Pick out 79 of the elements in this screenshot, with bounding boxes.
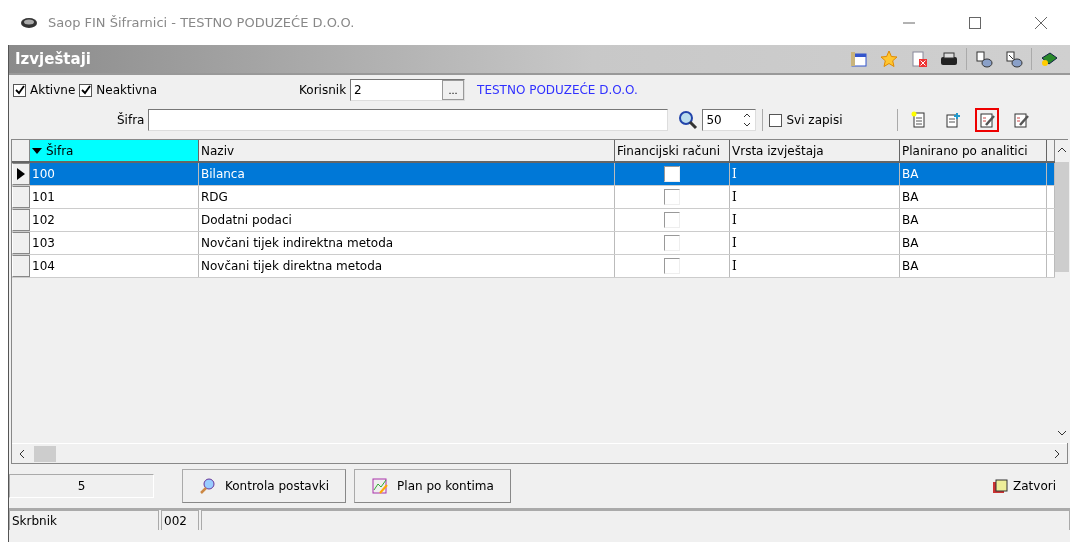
checkbox[interactable] — [13, 83, 26, 97]
table-cell: I — [730, 186, 900, 208]
checkbox[interactable] — [664, 166, 680, 182]
panel-title: Izvještaji — [15, 50, 92, 68]
folders-icon — [991, 477, 1009, 495]
toolbar-button[interactable] — [974, 108, 999, 132]
close-button[interactable]: Zatvori — [985, 476, 1062, 496]
printer-icon — [940, 50, 958, 68]
horizontal-scrollbar[interactable] — [12, 443, 1067, 463]
table-cell: 103 — [30, 232, 199, 254]
new-document-icon — [909, 111, 928, 129]
star-icon — [880, 50, 898, 68]
table-cell: BA — [900, 232, 1047, 254]
table-cell: Dodatni podaci — [199, 209, 615, 231]
table-cell: 102 — [30, 209, 199, 231]
window-title: Saop FIN Šifrarnici - TESTNO PODUZEĆE D.O.O. — [48, 15, 356, 30]
checkbox[interactable] — [664, 258, 680, 274]
row-selector[interactable] — [12, 163, 30, 185]
document-add-icon — [943, 111, 962, 129]
record-count: 5 — [9, 474, 154, 498]
check-icon — [80, 85, 91, 95]
table-row[interactable]: 101 RDG I BA — [12, 186, 1055, 209]
edit-document-icon — [977, 111, 996, 129]
current-row-icon — [17, 168, 25, 180]
table-cell: Novčani tijek indirektna metoda — [199, 232, 615, 254]
search-field[interactable] — [148, 109, 669, 131]
field-label: Šifra — [117, 113, 145, 127]
minimize-icon — [902, 21, 916, 24]
chart-pencil-icon — [371, 477, 390, 495]
user-name-link[interactable]: TESTNO PODUZEĆE D.O.O. — [477, 83, 638, 97]
scrollbar-thumb[interactable] — [34, 445, 56, 462]
table-cell: Novčani tijek direktna metoda — [199, 255, 615, 277]
search-icon[interactable] — [678, 110, 699, 130]
table-cell: BA — [900, 186, 1047, 208]
table-cell: Bilanca — [199, 163, 615, 185]
browse-button[interactable]: ... — [442, 80, 465, 100]
checkbox[interactable] — [664, 189, 680, 205]
table-cell: I — [730, 232, 900, 254]
check-icon — [14, 85, 25, 95]
checkbox-label: Neaktivna — [96, 83, 158, 97]
table-cell: I — [730, 209, 900, 231]
column-header[interactable]: Planirano po analitici — [900, 140, 1047, 161]
checkbox[interactable] — [664, 212, 680, 228]
column-header[interactable]: Vrsta izvještaja — [730, 140, 900, 161]
status-label: Skrbnik — [9, 510, 159, 530]
sort-arrow-icon — [32, 146, 42, 155]
document-delete-icon — [910, 50, 928, 68]
table-cell: RDG — [199, 186, 615, 208]
action-button[interactable]: Plan po kontima — [354, 469, 511, 503]
checkbox[interactable] — [664, 235, 680, 251]
table-cell: BA — [900, 255, 1047, 277]
close-icon — [1034, 15, 1048, 30]
table-cell: 100 — [30, 163, 199, 185]
action-button[interactable]: Kontrola postavki — [182, 469, 347, 503]
table-cell: BA — [900, 209, 1047, 231]
checkbox-label: Aktivne — [30, 83, 76, 97]
table-row[interactable]: 100 Bilanca I BA — [12, 163, 1055, 186]
checkbox[interactable] — [769, 113, 783, 127]
checkbox[interactable] — [79, 83, 93, 97]
table-row[interactable]: 102 Dodatni podaci I BA — [12, 209, 1055, 232]
field-label: Korisnik — [299, 83, 347, 97]
table-row[interactable]: 104 Novčani tijek direktna metoda I BA — [12, 255, 1055, 278]
table-cell: I — [730, 163, 900, 185]
column-header[interactable]: Naziv — [199, 140, 615, 161]
edit-document-icon — [1011, 111, 1030, 129]
table-cell: 104 — [30, 255, 199, 277]
table-cell: BA — [900, 163, 1047, 185]
maximize-icon — [968, 15, 982, 30]
limit-spinner[interactable]: 50 — [702, 109, 757, 131]
table-cell: 101 — [30, 186, 199, 208]
column-header[interactable]: Šifra — [30, 140, 199, 161]
table-row[interactable]: 103 Novčani tijek indirektna metoda I BA — [12, 232, 1055, 255]
user-field[interactable]: 2 ... — [350, 79, 466, 101]
status-value: 002 — [161, 510, 199, 530]
checkbox-label: Svi zapisi — [786, 113, 843, 127]
window-icon — [850, 50, 868, 68]
table-cell: I — [730, 255, 900, 277]
column-header[interactable]: Financijski računi — [615, 140, 730, 161]
vertical-scrollbar[interactable] — [1055, 140, 1069, 443]
